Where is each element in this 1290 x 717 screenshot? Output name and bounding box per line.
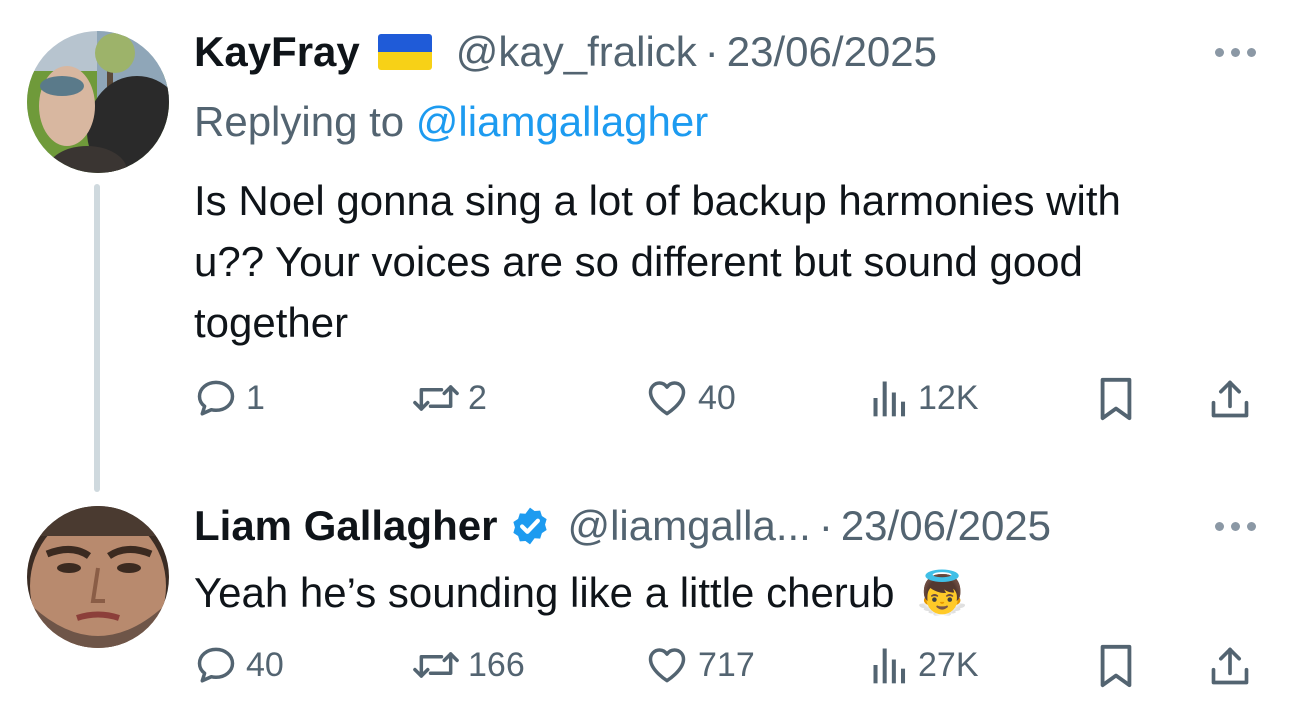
share-button[interactable] — [1208, 643, 1252, 689]
repost-button[interactable]: 2 — [412, 376, 487, 420]
like-count: 717 — [698, 645, 755, 684]
share-icon — [1208, 643, 1252, 689]
separator-dot: · — [818, 502, 833, 549]
author-handle[interactable]: @liamgalla... — [567, 502, 810, 550]
reply-count: 1 — [246, 378, 265, 417]
avatar-kayfray[interactable] — [27, 31, 169, 173]
reply-icon — [194, 643, 238, 687]
reply-button[interactable]: 1 — [194, 376, 265, 420]
tweet-header: Liam Gallagher @liamgalla... · 23/06/202… — [194, 502, 1051, 550]
share-icon — [1208, 376, 1252, 422]
tweet-actions: 40 166 717 27K — [194, 643, 1262, 699]
views-button[interactable]: 12K — [870, 376, 979, 420]
like-button[interactable]: 717 — [644, 643, 755, 687]
bookmark-icon — [1096, 376, 1136, 422]
repost-count: 2 — [468, 378, 487, 417]
replying-prefix: Replying to — [194, 98, 416, 145]
tweet-date[interactable]: 23/06/2025 — [727, 28, 937, 76]
bookmark-button[interactable] — [1096, 376, 1136, 422]
author-name[interactable]: Liam Gallagher — [194, 502, 497, 550]
heart-icon — [644, 643, 690, 687]
repost-icon — [412, 376, 460, 420]
angel-emoji-icon: 👼 — [916, 569, 969, 616]
like-count: 40 — [698, 378, 736, 417]
tweet-text: Yeah he’s sounding like a little cherub … — [194, 562, 968, 623]
replying-to: Replying to @liamgallagher — [194, 98, 708, 146]
reply-count: 40 — [246, 645, 284, 684]
replying-mention-link[interactable]: @liamgallagher — [416, 98, 708, 145]
views-icon — [870, 643, 910, 687]
repost-icon — [412, 643, 460, 687]
more-options-icon[interactable] — [1215, 48, 1256, 57]
tweet-text-line: Is Noel gonna sing a lot of backup harmo… — [194, 177, 1121, 224]
separator-dot: · — [704, 28, 719, 75]
share-button[interactable] — [1208, 376, 1252, 422]
verified-badge-icon — [509, 505, 551, 547]
reply-icon — [194, 376, 238, 420]
reply-button[interactable]: 40 — [194, 643, 284, 687]
views-button[interactable]: 27K — [870, 643, 979, 687]
repost-count: 166 — [468, 645, 525, 684]
tweet-text-line: u?? Your voices are so different but sou… — [194, 238, 1083, 285]
thread-connector-line — [94, 184, 100, 492]
tweet-text-line: together — [194, 299, 349, 346]
author-name[interactable]: KayFray — [194, 28, 360, 76]
views-icon — [870, 376, 910, 420]
views-count: 27K — [918, 645, 979, 684]
heart-icon — [644, 376, 690, 420]
author-handle[interactable]: @kay_fralick — [456, 28, 697, 76]
bookmark-icon — [1096, 643, 1136, 689]
tweet-date[interactable]: 23/06/2025 — [841, 502, 1051, 550]
bookmark-button[interactable] — [1096, 643, 1136, 689]
avatar-liam-gallagher[interactable] — [27, 506, 169, 648]
tweet-actions: 1 2 40 12K — [194, 376, 1262, 432]
tweet-header: KayFray @kay_fralick · 23/06/2025 — [194, 28, 937, 76]
views-count: 12K — [918, 378, 979, 417]
more-options-icon[interactable] — [1215, 522, 1256, 531]
tweet-text-content: Yeah he’s sounding like a little cherub — [194, 569, 895, 616]
repost-button[interactable]: 166 — [412, 643, 525, 687]
ukraine-flag-icon — [377, 34, 432, 70]
like-button[interactable]: 40 — [644, 376, 736, 420]
tweet-text: Is Noel gonna sing a lot of backup harmo… — [194, 170, 1121, 353]
